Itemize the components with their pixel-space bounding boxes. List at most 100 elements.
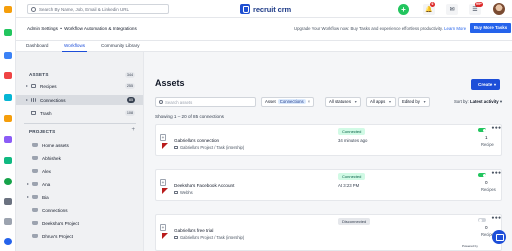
create-button[interactable]: Create ▾ xyxy=(471,79,500,90)
sort-value: Latest activity xyxy=(469,99,499,104)
notification-badge: 6 xyxy=(430,2,435,7)
projects-heading: PROJECTS xyxy=(29,129,56,134)
more-options-icon[interactable]: ••• xyxy=(491,170,502,177)
project-item[interactable]: Dhruv's Project xyxy=(16,231,143,241)
close-icon[interactable]: × xyxy=(308,99,311,104)
chart-icon[interactable] xyxy=(4,178,12,185)
tab-community-library[interactable]: Community Library xyxy=(101,43,140,48)
upgrade-banner: Upgrade Your Workflow now: Buy Tasks and… xyxy=(294,26,466,31)
edited-by-filter[interactable]: Edited by ▼ xyxy=(398,97,431,107)
connection-name[interactable]: Deeksha's Facebook Account xyxy=(174,183,234,188)
task-icon[interactable] xyxy=(4,157,12,164)
tab-dashboard[interactable]: Dashboard xyxy=(26,43,48,48)
home-icon[interactable] xyxy=(4,6,12,13)
trash-icon xyxy=(31,110,36,115)
top-bar: recruit crm + 🔔 6 ✉ ☰ 99+ xyxy=(16,0,512,18)
project-label: Deeksha's Project xyxy=(42,220,79,226)
project-item[interactable]: ▸ Ana xyxy=(16,179,143,189)
project-item[interactable]: Home assets xyxy=(16,140,143,150)
powered-by-label: Powered by xyxy=(460,243,480,249)
chevron-down-icon: ▼ xyxy=(422,100,427,104)
connection-name[interactable]: Gabriella's free trial xyxy=(174,228,213,233)
chevron-right-icon[interactable]: ▸ xyxy=(27,194,29,199)
sort-dropdown[interactable]: Sort by: Latest activity ▾ xyxy=(454,99,502,105)
connection-card[interactable]: + Gabriella's connection Gabriella's Pro… xyxy=(155,124,502,156)
breadcrumb-current: Workflow Automation & Integrations xyxy=(64,26,137,31)
breadcrumb-admin-settings[interactable]: Admin Settings xyxy=(27,26,58,31)
project-item[interactable]: Abhishek xyxy=(16,153,143,163)
connections-icon xyxy=(31,97,36,102)
connection-card[interactable]: + Gabriella's free trial Gabriella's Pro… xyxy=(155,214,502,251)
chevron-down-icon: ▾ xyxy=(493,82,496,87)
quick-add-button[interactable]: + xyxy=(398,4,409,15)
sidebar-item-trash[interactable]: Trash 108 xyxy=(16,108,143,118)
project-label: Abhishek xyxy=(42,155,61,161)
connection-name[interactable]: Gabriella's connection xyxy=(174,138,219,143)
global-search-input[interactable] xyxy=(39,5,167,13)
folder-icon xyxy=(174,146,178,149)
folder-icon xyxy=(32,220,38,225)
folder-icon xyxy=(32,233,38,238)
connection-path: Webhs xyxy=(174,190,193,195)
building-icon[interactable] xyxy=(4,94,12,101)
edited-by-label: Edited by xyxy=(402,99,420,104)
breadcrumb: Admin Settings • Workflow Automation & I… xyxy=(27,26,137,31)
chat-widget-icon[interactable] xyxy=(492,230,506,244)
grid-icon[interactable] xyxy=(4,29,12,36)
asset-chip-label: Asset xyxy=(265,99,276,104)
money-icon[interactable] xyxy=(4,198,12,205)
status-filter[interactable]: All statuses ▼ xyxy=(325,97,362,107)
project-item[interactable]: Connections xyxy=(16,205,143,215)
project-label: Alex xyxy=(42,168,51,174)
chevron-right-icon[interactable]: ▸ xyxy=(26,83,28,88)
connection-toggle[interactable] xyxy=(478,128,486,132)
connection-toggle[interactable] xyxy=(478,218,486,222)
connections-count: 85 xyxy=(126,97,135,103)
assets-search-input[interactable] xyxy=(165,98,253,106)
calendar-icon[interactable] xyxy=(4,115,12,122)
sidebar-item-connections[interactable]: ▸ Connections 85 xyxy=(16,95,143,105)
global-search[interactable] xyxy=(27,4,169,14)
connection-toggle[interactable] xyxy=(478,173,486,177)
folder-icon xyxy=(174,236,178,239)
buy-more-tasks-button[interactable]: Buy More Tasks xyxy=(470,23,511,33)
more-options-icon[interactable]: ••• xyxy=(491,125,502,132)
assets-search[interactable] xyxy=(155,97,256,107)
status-badge: Connected xyxy=(338,128,366,135)
folder-icon xyxy=(32,155,38,160)
connection-path-text: Gabriella's Project / Task (intership) xyxy=(180,235,245,240)
chevron-right-icon[interactable]: ▸ xyxy=(26,97,28,102)
recipe-label: Recipes xyxy=(481,187,496,192)
project-item[interactable]: ▸ Bia xyxy=(16,192,143,202)
add-project-button[interactable]: + xyxy=(131,127,135,133)
connection-path-text: Webhs xyxy=(180,190,193,195)
chevron-right-icon[interactable]: ▸ xyxy=(27,181,29,186)
tab-workflows[interactable]: Workflows xyxy=(61,43,88,52)
connection-card[interactable]: + Deeksha's Facebook Account Webhs Conne… xyxy=(155,169,502,201)
user-avatar[interactable] xyxy=(493,3,505,15)
sidebar-item-label: Recipes xyxy=(40,83,57,89)
messages-button[interactable]: ✉ xyxy=(446,4,458,15)
sidebar-item-label: Connections xyxy=(40,97,66,103)
mail-icon[interactable] xyxy=(4,136,12,143)
learn-more-link[interactable]: Learn More xyxy=(444,26,466,31)
settings-icon[interactable] xyxy=(4,238,12,245)
app-triangle-icon xyxy=(162,143,168,149)
sidebar-item-recipes[interactable]: ▸ Recipes 255 xyxy=(16,81,143,91)
more-options-icon[interactable]: ••• xyxy=(491,215,502,222)
folder-icon xyxy=(32,142,38,147)
app-logo[interactable]: recruit crm xyxy=(240,3,291,15)
project-label: Dhruv's Project xyxy=(42,233,74,239)
contacts-icon[interactable] xyxy=(4,72,12,79)
app-triangle-icon xyxy=(162,233,168,239)
project-item[interactable]: Alex xyxy=(16,166,143,176)
card-icon[interactable] xyxy=(4,218,12,225)
asset-filter-chip[interactable]: Asset Connections × xyxy=(261,97,315,107)
briefcase-icon[interactable] xyxy=(4,52,12,59)
project-item[interactable]: Deeksha's Project xyxy=(16,218,143,228)
recipes-count: 255 xyxy=(124,83,135,89)
trash-count: 108 xyxy=(124,110,135,116)
create-label: Create xyxy=(478,82,493,87)
asset-chip-value: Connections xyxy=(277,99,306,104)
apps-filter[interactable]: All apps ▼ xyxy=(366,97,396,107)
